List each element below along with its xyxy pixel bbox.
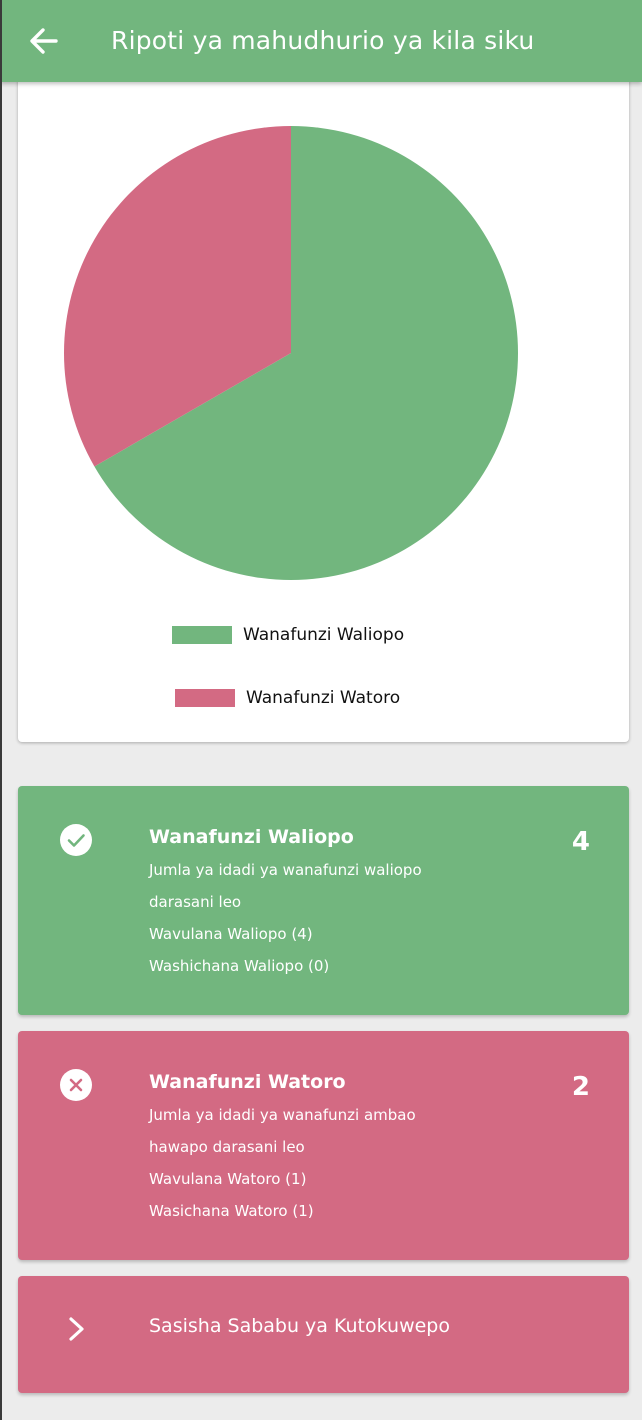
legend-swatch-absent: [175, 689, 235, 707]
absent-card-title: Wanafunzi Watoro: [149, 1071, 346, 1093]
absent-girls-count: Wasichana Watoro (1): [149, 1202, 314, 1220]
present-count: 4: [571, 827, 590, 857]
present-boys-count: Wavulana Waliopo (4): [149, 925, 313, 943]
absent-students-card[interactable]: Wanafunzi Watoro 2 Jumla ya idadi ya wan…: [18, 1031, 629, 1260]
present-card-title: Wanafunzi Waliopo: [149, 826, 354, 848]
absent-description-line-2: hawapo darasani leo: [149, 1138, 305, 1156]
screen-edge: [0, 0, 2, 1420]
update-absence-reason-button[interactable]: Sasisha Sababu ya Kutokuwepo: [18, 1276, 629, 1393]
present-girls-count: Washichana Waliopo (0): [149, 957, 330, 975]
page-title: Ripoti ya mahudhurio ya kila siku: [111, 26, 535, 55]
absent-description-line-1: Jumla ya idadi ya wanafunzi ambao: [149, 1106, 416, 1124]
absent-boys-count: Wavulana Watoro (1): [149, 1170, 307, 1188]
attendance-chart-card: Wanafunzi Waliopo Wanafunzi Watoro: [18, 60, 629, 742]
legend-swatch-present: [172, 626, 232, 644]
chevron-right-icon: [69, 1317, 84, 1341]
present-students-card[interactable]: Wanafunzi Waliopo 4 Jumla ya idadi ya wa…: [18, 786, 629, 1015]
present-details: Jumla ya idadi ya wanafunzi waliopo dara…: [149, 854, 479, 982]
arrow-left-icon: [30, 28, 58, 54]
check-circle-icon: [60, 824, 92, 856]
absent-count: 2: [571, 1072, 590, 1102]
close-circle-icon: [60, 1069, 92, 1101]
absent-details: Jumla ya idadi ya wanafunzi ambao hawapo…: [149, 1099, 479, 1227]
update-absence-reason-label: Sasisha Sababu ya Kutokuwepo: [149, 1315, 450, 1337]
legend-item-present: Wanafunzi Waliopo: [172, 624, 404, 646]
legend-item-absent: Wanafunzi Watoro: [175, 687, 400, 709]
legend-label-present: Wanafunzi Waliopo: [243, 625, 405, 645]
present-description-line-2: darasani leo: [149, 893, 242, 911]
attendance-pie-chart: [64, 126, 518, 580]
back-button[interactable]: [22, 20, 68, 62]
app-bar: Ripoti ya mahudhurio ya kila siku: [0, 0, 642, 82]
present-description-line-1: Jumla ya idadi ya wanafunzi waliopo: [149, 861, 422, 879]
legend-label-absent: Wanafunzi Watoro: [246, 688, 401, 708]
